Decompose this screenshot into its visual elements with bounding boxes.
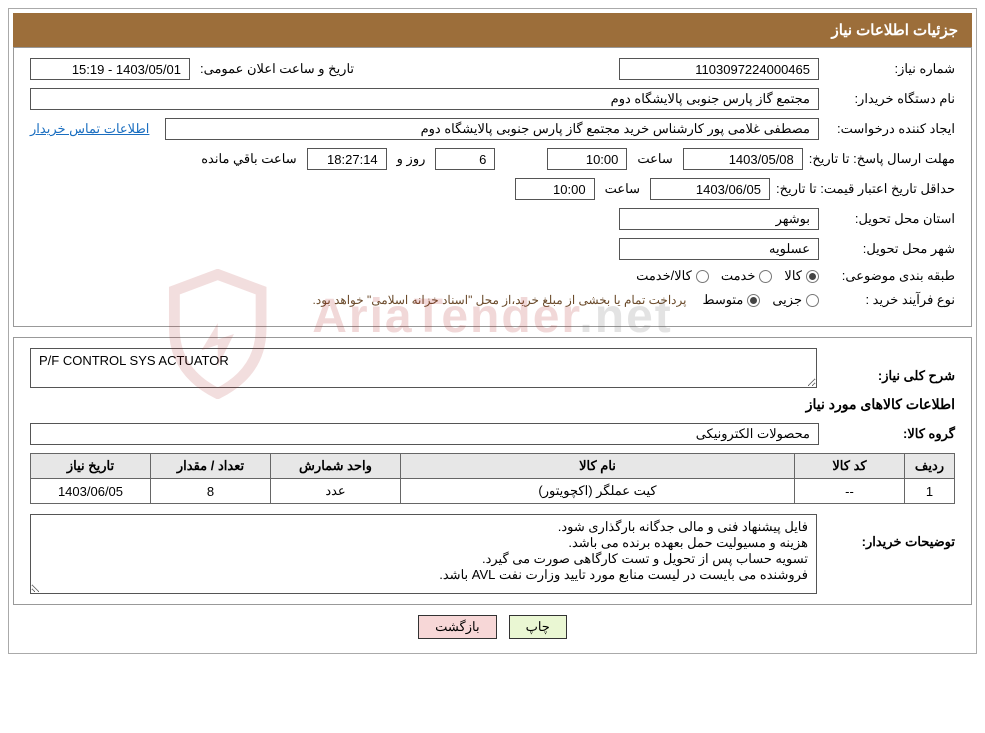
table-row: 1--کیت عملگر (اکچویتور)عدد81403/06/05 bbox=[31, 479, 955, 504]
cell-unit: عدد bbox=[271, 479, 401, 504]
note-line: فایل پیشنهاد فنی و مالی جدگانه بارگذاری … bbox=[39, 519, 808, 535]
radio-medium-label: متوسط bbox=[702, 292, 743, 308]
note-line: هزینه و مسیولیت حمل بعهده برنده می باشد. bbox=[39, 535, 808, 551]
th-code: کد کالا bbox=[795, 454, 905, 479]
need-number-field: 1103097224000465 bbox=[619, 58, 819, 80]
validity-date-field: 1403/06/05 bbox=[650, 178, 770, 200]
th-qty: تعداد / مقدار bbox=[151, 454, 271, 479]
category-radio-group: کالا خدمت کالا/خدمت bbox=[636, 268, 819, 284]
items-table: ردیف کد کالا نام کالا واحد شمارش تعداد /… bbox=[30, 453, 955, 504]
contact-link[interactable]: اطلاعات تماس خریدار bbox=[30, 121, 149, 137]
back-button[interactable]: بازگشت bbox=[418, 615, 496, 639]
cell-idx: 1 bbox=[905, 479, 955, 504]
page-header: جزئیات اطلاعات نیاز bbox=[13, 13, 972, 47]
requester-field: مصطفی غلامی پور کارشناس خرید مجتمع گاز پ… bbox=[165, 118, 819, 140]
radio-goods-service[interactable] bbox=[696, 270, 709, 283]
desc-section: شرح کلی نیاز: P/F CONTROL SYS ACTUATOR ا… bbox=[13, 337, 972, 605]
validity-time-label: ساعت bbox=[601, 181, 644, 197]
note-line: فروشنده می بایست در لیست منابع مورد تایی… bbox=[39, 567, 808, 583]
process-label: نوع فرآیند خرید : bbox=[825, 292, 955, 308]
note-line: تسویه حساب پس از تحویل و تست کارگاهی صور… bbox=[39, 551, 808, 567]
radio-goods-service-label: کالا/خدمت bbox=[636, 268, 692, 284]
radio-goods[interactable] bbox=[806, 270, 819, 283]
cell-qty: 8 bbox=[151, 479, 271, 504]
buyer-notes-field[interactable]: فایل پیشنهاد فنی و مالی جدگانه بارگذاری … bbox=[30, 514, 817, 594]
validity-time-field: 10:00 bbox=[515, 178, 595, 200]
requester-label: ایجاد کننده درخواست: bbox=[825, 121, 955, 137]
cell-name: کیت عملگر (اکچویتور) bbox=[401, 479, 795, 504]
city-label: شهر محل تحویل: bbox=[825, 241, 955, 257]
province-field: بوشهر bbox=[619, 208, 819, 230]
radio-partial[interactable] bbox=[806, 294, 819, 307]
city-field: عسلویه bbox=[619, 238, 819, 260]
days-field: 6 bbox=[435, 148, 495, 170]
radio-service[interactable] bbox=[759, 270, 772, 283]
radio-service-label: خدمت bbox=[721, 268, 756, 284]
overall-desc-field[interactable]: P/F CONTROL SYS ACTUATOR bbox=[30, 348, 817, 388]
page-title: جزئیات اطلاعات نیاز bbox=[832, 22, 959, 39]
print-button[interactable]: چاپ bbox=[509, 615, 567, 639]
buyer-org-field: مجتمع گاز پارس جنوبی پالایشگاه دوم bbox=[30, 88, 819, 110]
announce-field: 1403/05/01 - 15:19 bbox=[30, 58, 190, 80]
radio-medium[interactable] bbox=[747, 294, 760, 307]
buyer-org-label: نام دستگاه خریدار: bbox=[825, 91, 955, 107]
overall-desc-label: شرح کلی نیاز: bbox=[825, 348, 955, 384]
days-and-label: روز و bbox=[393, 151, 430, 167]
radio-partial-label: جزیی bbox=[772, 292, 802, 308]
cell-date: 1403/06/05 bbox=[31, 479, 151, 504]
deadline-time-field: 10:00 bbox=[547, 148, 627, 170]
process-radio-group: جزیی متوسط bbox=[702, 292, 819, 308]
th-unit: واحد شمارش bbox=[271, 454, 401, 479]
province-label: استان محل تحویل: bbox=[825, 211, 955, 227]
validity-label: حداقل تاریخ اعتبار قیمت: تا تاریخ: bbox=[776, 181, 955, 197]
th-name: نام کالا bbox=[401, 454, 795, 479]
announce-label: تاریخ و ساعت اعلان عمومی: bbox=[196, 61, 358, 77]
countdown-field: 18:27:14 bbox=[307, 148, 387, 170]
category-label: طبقه بندی موضوعی: bbox=[825, 268, 955, 284]
remaining-label: ساعت باقي مانده bbox=[197, 151, 300, 167]
need-number-label: شماره نیاز: bbox=[825, 61, 955, 77]
radio-goods-label: کالا bbox=[784, 268, 802, 284]
items-title: اطلاعات كالاهای مورد نیاز bbox=[30, 396, 955, 413]
group-field: محصولات الکترونیکی bbox=[30, 423, 819, 445]
group-label: گروه کالا: bbox=[825, 426, 955, 442]
process-note: پرداخت تمام یا بخشی از مبلغ خرید،از محل … bbox=[313, 293, 687, 307]
deadline-label: مهلت ارسال پاسخ: تا تاریخ: bbox=[809, 151, 955, 167]
deadline-time-label: ساعت bbox=[633, 151, 676, 167]
th-date: تاریخ نیاز bbox=[31, 454, 151, 479]
th-idx: ردیف bbox=[905, 454, 955, 479]
cell-code: -- bbox=[795, 479, 905, 504]
info-section: شماره نیاز: 1103097224000465 تاریخ و ساع… bbox=[13, 47, 972, 327]
buyer-notes-label: توضیحات خریدار: bbox=[825, 514, 955, 550]
deadline-date-field: 1403/05/08 bbox=[683, 148, 803, 170]
